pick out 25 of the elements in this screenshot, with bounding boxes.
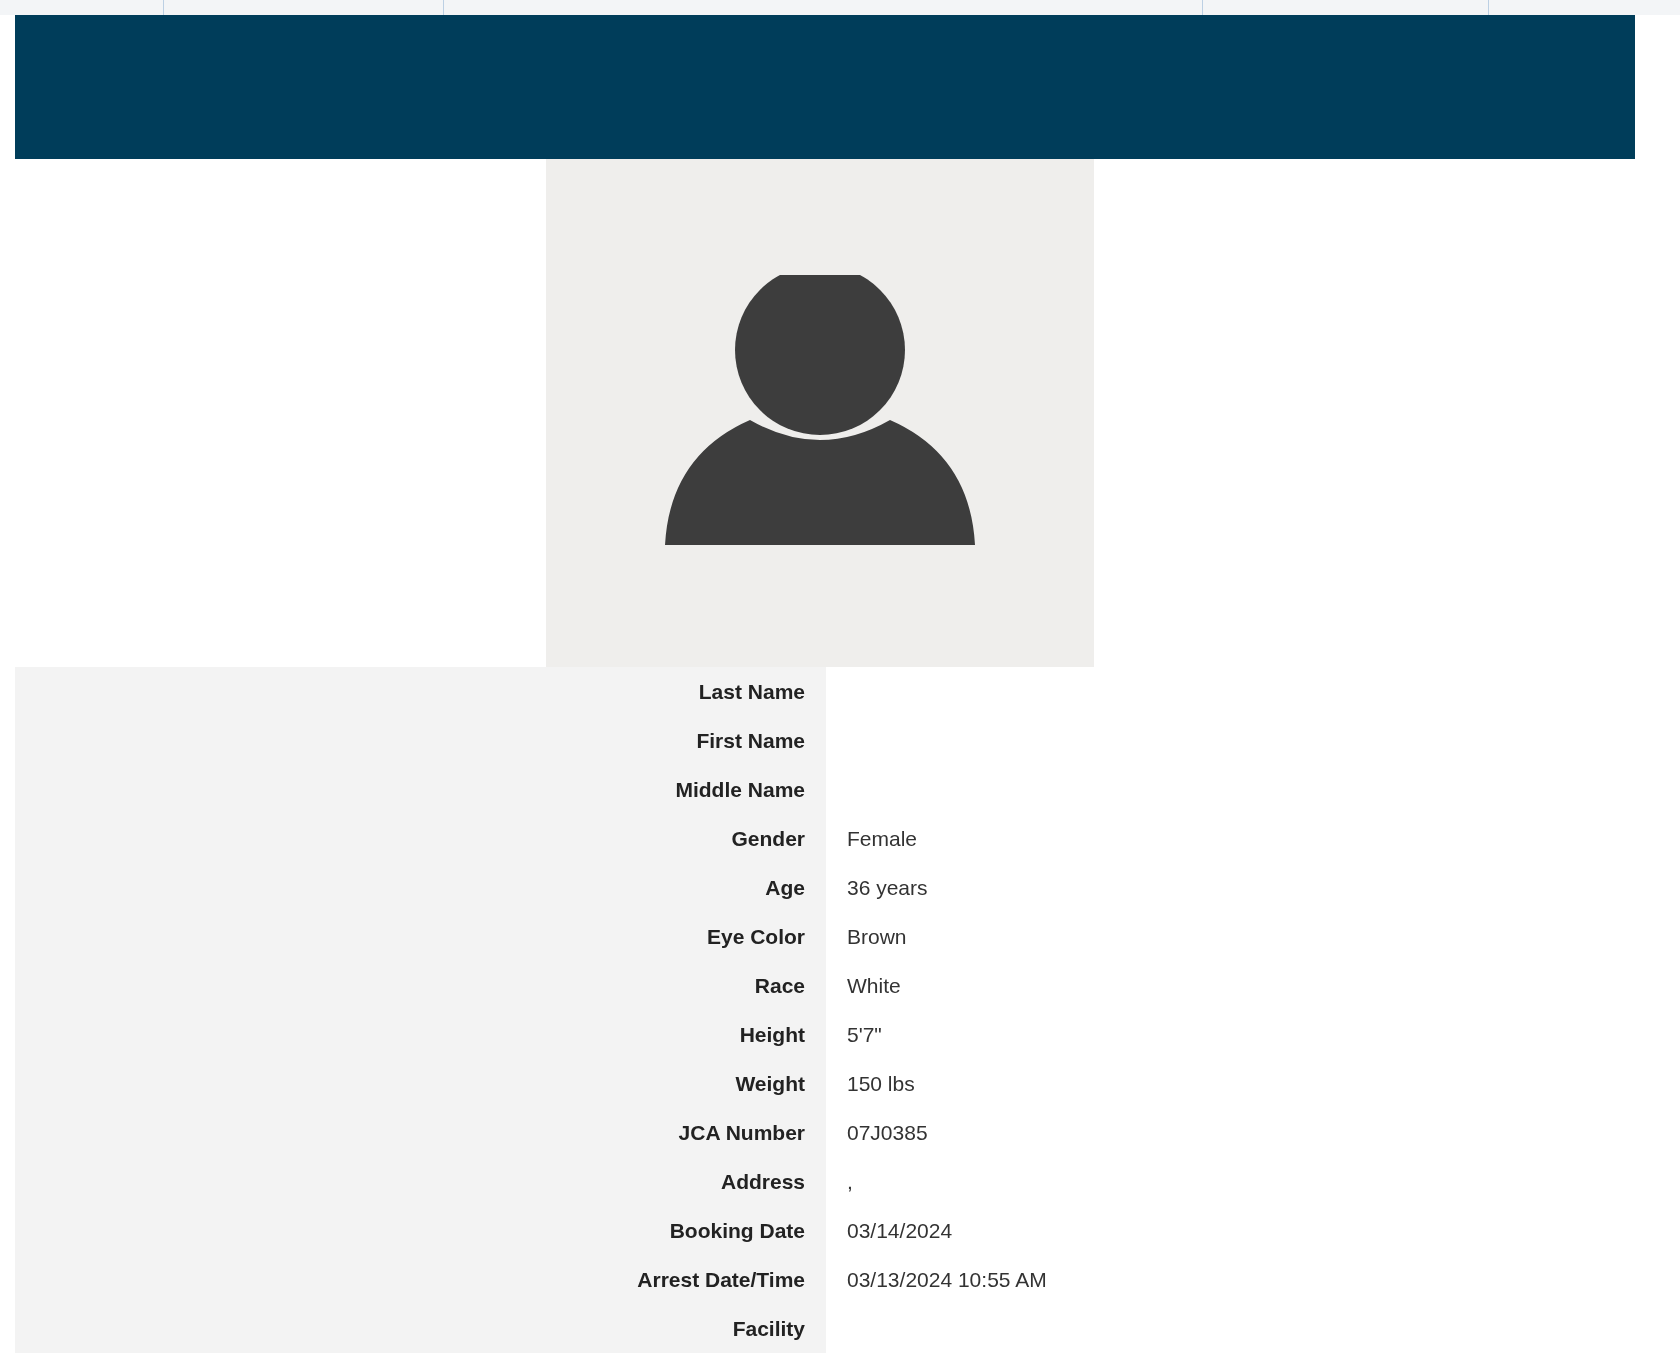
- field-label: Address: [720, 1169, 805, 1193]
- field-label: Weight: [735, 1071, 805, 1095]
- field-value: White: [847, 973, 901, 997]
- field-label: Eye Color: [706, 924, 805, 948]
- field-label: Age: [765, 875, 805, 899]
- field-value: 150 lbs: [847, 1071, 915, 1095]
- field-label: Middle Name: [675, 777, 805, 801]
- field-value: Female: [847, 826, 918, 850]
- field-value: 36 years: [847, 875, 928, 899]
- field-label: Last Name: [698, 679, 805, 703]
- field-label: Facility: [732, 1316, 805, 1340]
- field-value: Brown: [847, 924, 907, 948]
- field-value: 03/14/2024: [847, 1218, 953, 1242]
- field-label: Race: [754, 973, 805, 997]
- field-label: Gender: [731, 826, 805, 850]
- field-value: 07J0385: [847, 1120, 928, 1144]
- person-silhouette-icon: [665, 275, 975, 545]
- field-label: JCA Number: [678, 1120, 805, 1144]
- field-label: First Name: [696, 728, 805, 752]
- field-label: Height: [739, 1022, 805, 1046]
- field-label: Booking Date: [669, 1218, 805, 1242]
- field-label: Arrest Date/Time: [637, 1267, 805, 1291]
- field-value: 03/13/2024 10:55 AM: [847, 1267, 1047, 1291]
- field-value: 5'7": [847, 1022, 882, 1046]
- field-value: ,: [847, 1169, 853, 1193]
